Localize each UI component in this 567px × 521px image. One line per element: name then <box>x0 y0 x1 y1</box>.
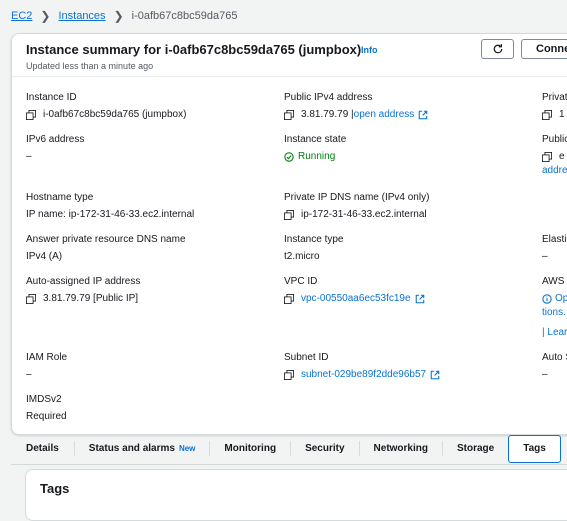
answer-dns-value: IPv4 (A) <box>26 251 63 262</box>
hostname-type-label: Hostname type <box>26 192 94 203</box>
aws-compute-field: AWS C Op tions. | Lear <box>542 276 567 338</box>
instance-summary-panel: Instance summary for i-0afb67c8bc59da765… <box>11 33 567 435</box>
hostname-type-field: Hostname type IP name: ip-172-31-46-33.e… <box>26 192 194 220</box>
private-ip-field: Privat 1 <box>542 92 567 120</box>
imds-value: Required <box>26 411 67 422</box>
breadcrumb: EC2 ❯ Instances ❯ i-0afb67c8bc59da765 <box>0 0 567 32</box>
private-dns-field: Private IP DNS name (IPv4 only) ip-172-3… <box>284 192 429 220</box>
tab-status-alarms[interactable]: Status and alarms New <box>75 433 210 464</box>
private-ip-value: 1 <box>559 109 565 120</box>
instance-state-label: Instance state <box>284 134 347 145</box>
info-circle-icon <box>542 293 552 304</box>
instance-state-field: Instance state Running <box>284 134 346 162</box>
updated-timestamp: Updated less than a minute ago <box>26 61 154 71</box>
tab-monitoring[interactable]: Monitoring <box>210 433 290 464</box>
ipv6-label: IPv6 address <box>26 134 85 145</box>
ipv6-field: IPv6 address – <box>26 134 84 162</box>
vpc-id-field: VPC ID vpc-00550aa6ec53fc19e <box>284 276 425 304</box>
subnet-id-label: Subnet ID <box>284 352 329 363</box>
auto-scaling-label: Auto S <box>542 352 567 363</box>
external-link-icon <box>418 110 428 119</box>
iam-role-field: IAM Role – <box>26 352 67 380</box>
instance-type-value: t2.micro <box>284 251 320 262</box>
tab-details[interactable]: Details <box>11 433 74 464</box>
open-address-link-2[interactable]: addre <box>542 165 567 176</box>
chevron-right-icon: ❯ <box>40 9 51 23</box>
private-dns-value: ip-172-31-46-33.ec2.internal <box>301 209 427 220</box>
copy-icon[interactable] <box>542 151 552 162</box>
elastic-ip-value: – <box>542 251 548 262</box>
instance-id-value: i-0afb67c8bc59da765 (jumpbox) <box>43 109 187 120</box>
instance-state-value: Running <box>298 151 336 162</box>
elastic-ip-field: Elastic – <box>542 234 567 262</box>
tab-tags[interactable]: Tags <box>508 434 561 463</box>
copy-icon[interactable] <box>26 109 36 120</box>
copy-icon[interactable] <box>284 293 294 304</box>
instance-id-field: Instance ID i-0afb67c8bc59da765 (jumpbox… <box>26 92 186 120</box>
breadcrumb-current: i-0afb67c8bc59da765 <box>131 10 238 22</box>
page-title: Instance summary for i-0afb67c8bc59da765… <box>26 42 362 57</box>
auto-scaling-field: Auto S – <box>542 352 567 380</box>
copy-icon[interactable] <box>284 209 294 220</box>
learn-more-link[interactable]: | Lear <box>542 327 567 338</box>
tab-storage[interactable]: Storage <box>443 433 508 464</box>
new-badge: New <box>178 444 196 453</box>
public-ipv4-label: Public IPv4 address <box>284 92 373 103</box>
external-link-icon <box>430 370 440 379</box>
breadcrumb-instances-link[interactable]: Instances <box>58 10 105 22</box>
tags-title: Tags <box>40 481 70 496</box>
iam-role-value: – <box>26 369 32 380</box>
external-link-icon <box>415 294 424 303</box>
refresh-button[interactable] <box>481 39 514 59</box>
tags-panel: Tags <box>25 469 567 521</box>
chevron-right-icon: ❯ <box>113 9 124 23</box>
subnet-id-field: Subnet ID subnet-029be89f2dde96b57 <box>284 352 440 380</box>
aws-compute-link[interactable]: Op <box>555 293 567 304</box>
public-ipv4-value: 3.81.79.79 | <box>301 109 354 120</box>
detail-tabs: Details Status and alarms New Monitoring … <box>11 433 567 465</box>
info-link[interactable]: Info <box>361 45 378 55</box>
answer-dns-field: Answer private resource DNS name IPv4 (A… <box>26 234 186 262</box>
hostname-type-value: IP name: ip-172-31-46-33.ec2.internal <box>26 209 195 220</box>
imds-field: IMDSv2 Required <box>26 394 67 422</box>
copy-icon[interactable] <box>284 369 294 380</box>
copy-icon[interactable] <box>542 109 552 120</box>
private-dns-label: Private IP DNS name (IPv4 only) <box>284 192 430 203</box>
connect-button[interactable]: Conne <box>521 39 567 59</box>
auto-scaling-value: – <box>542 369 548 380</box>
instance-type-label: Instance type <box>284 234 344 245</box>
copy-icon[interactable] <box>26 293 36 304</box>
elastic-ip-label: Elastic <box>542 234 567 245</box>
refresh-icon <box>493 44 502 54</box>
panel-header: Instance summary for i-0afb67c8bc59da765… <box>12 34 567 77</box>
public-ipv4-field: Public IPv4 address 3.81.79.79 | open ad… <box>284 92 428 120</box>
tab-networking[interactable]: Networking <box>360 433 442 464</box>
open-address-link[interactable]: open address <box>354 109 415 120</box>
instance-id-label: Instance ID <box>26 92 77 103</box>
auto-ip-value: 3.81.79.79 [Public IP] <box>43 293 139 304</box>
imds-label: IMDSv2 <box>26 394 62 405</box>
instance-type-field: Instance type t2.micro <box>284 234 343 262</box>
subnet-id-link[interactable]: subnet-029be89f2dde96b57 <box>301 369 426 380</box>
vpc-id-link[interactable]: vpc-00550aa6ec53fc19e <box>301 293 411 304</box>
aws-compute-link-cont[interactable]: tions. <box>542 307 567 318</box>
vpc-id-label: VPC ID <box>284 276 318 287</box>
copy-icon[interactable] <box>284 109 294 120</box>
public-dns-field: Public e addre <box>542 134 567 176</box>
auto-ip-label: Auto-assigned IP address <box>26 276 141 287</box>
public-dns-value: e <box>559 151 565 162</box>
auto-ip-field: Auto-assigned IP address 3.81.79.79 [Pub… <box>26 276 140 304</box>
ipv6-value: – <box>26 151 32 162</box>
aws-compute-label: AWS C <box>542 276 567 287</box>
private-ip-label: Privat <box>542 92 567 103</box>
answer-dns-label: Answer private resource DNS name <box>26 234 186 245</box>
public-dns-label: Public <box>542 134 567 145</box>
tab-security[interactable]: Security <box>291 433 358 464</box>
iam-role-label: IAM Role <box>26 352 68 363</box>
check-circle-icon <box>284 151 294 162</box>
breadcrumb-ec2-link[interactable]: EC2 <box>11 10 32 22</box>
